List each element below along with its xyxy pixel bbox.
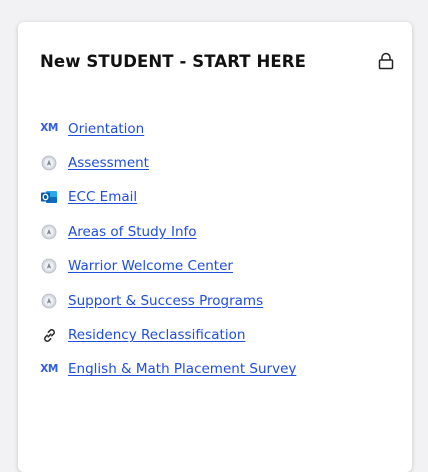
- link-icon: [40, 326, 58, 344]
- orientation-link[interactable]: Orientation: [68, 121, 144, 137]
- app-launcher-icon: [40, 154, 58, 172]
- support-success-programs-link[interactable]: Support & Success Programs: [68, 293, 263, 309]
- xm-icon-label: XM: [40, 363, 58, 376]
- link-item-placement-survey[interactable]: XM English & Math Placement Survey: [40, 347, 402, 392]
- ecc-email-link[interactable]: ECC Email: [68, 189, 137, 205]
- residency-reclassification-link[interactable]: Residency Reclassification: [68, 327, 245, 343]
- xm-icon-label: XM: [40, 122, 58, 135]
- xm-icon: XM: [40, 120, 58, 138]
- assessment-link[interactable]: Assessment: [68, 155, 149, 171]
- app-launcher-icon: [40, 223, 58, 241]
- lock-icon[interactable]: [376, 50, 396, 72]
- card-header: New STUDENT - START HERE: [40, 48, 396, 74]
- quick-links-card: New STUDENT - START HERE XM Orientation: [18, 22, 412, 472]
- app-launcher-icon: [40, 257, 58, 275]
- xm-icon: XM: [40, 360, 58, 378]
- links-list: XM Orientation Assessment ECC Email Area…: [40, 106, 402, 392]
- app-launcher-icon: [40, 292, 58, 310]
- outlook-icon: [40, 188, 58, 206]
- english-math-placement-survey-link[interactable]: English & Math Placement Survey: [68, 361, 296, 377]
- card-title: New STUDENT - START HERE: [40, 51, 306, 71]
- warrior-welcome-center-link[interactable]: Warrior Welcome Center: [68, 258, 233, 274]
- areas-of-study-link[interactable]: Areas of Study Info: [68, 224, 197, 240]
